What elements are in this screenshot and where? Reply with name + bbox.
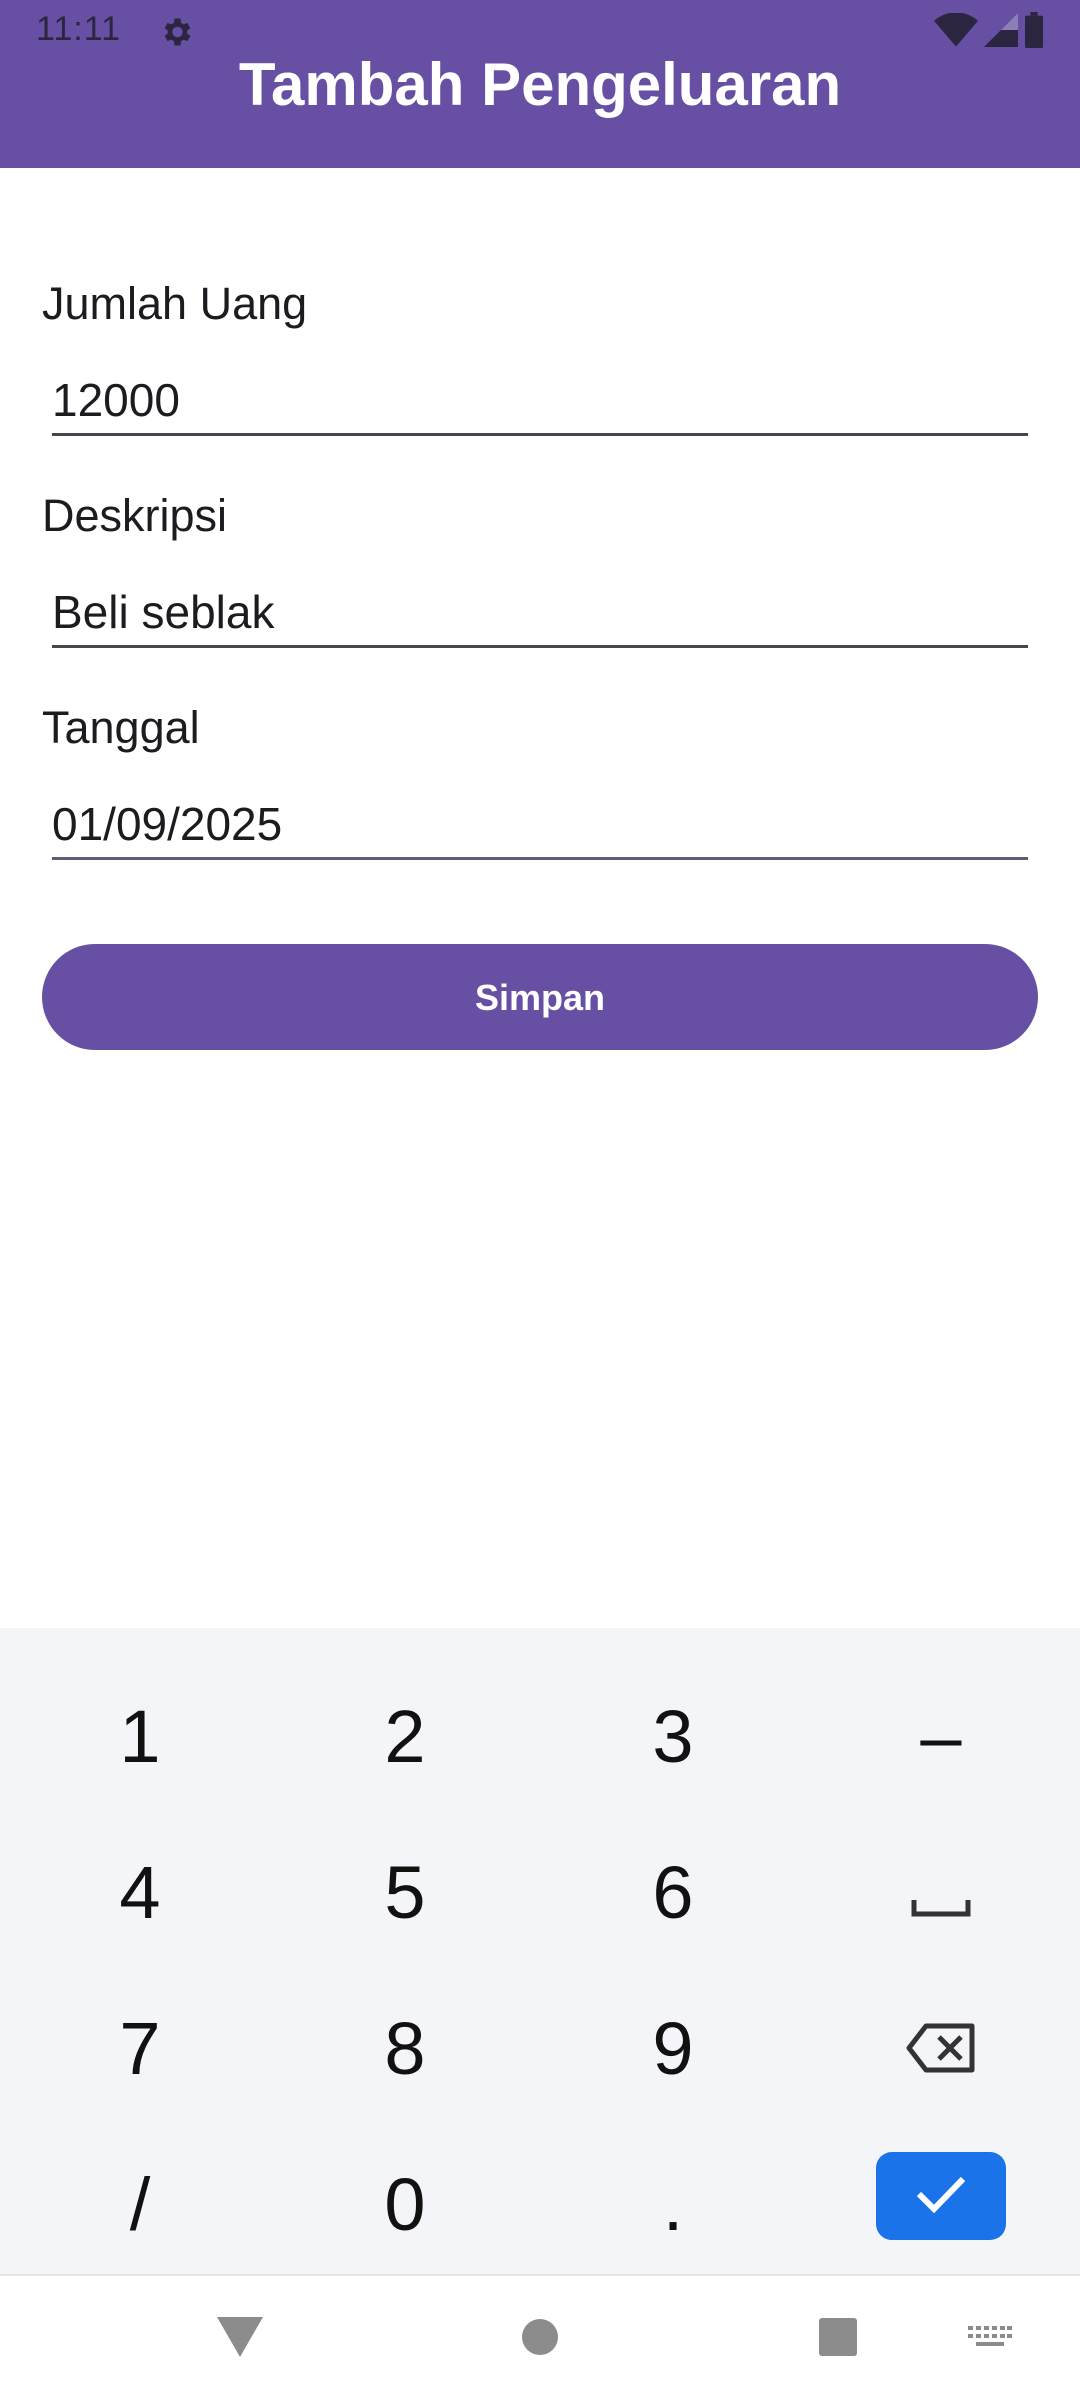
key-0[interactable]: 0 [270,2126,540,2282]
status-icons [934,11,1044,53]
recents-icon [818,2317,858,2362]
back-button[interactable] [200,2276,280,2402]
key-5[interactable]: 5 [270,1814,540,1970]
keyboard-switch-button[interactable] [950,2276,1030,2402]
key-dot[interactable]: . [538,2126,808,2282]
description-label: Deskripsi [42,490,228,541]
home-icon [520,2317,560,2362]
key-1[interactable]: 1 [5,1658,275,1814]
done-button[interactable] [876,2152,1006,2240]
app-bar: 11:11 Tambah Pengeluaran [0,0,1080,168]
amount-label: Jumlah Uang [42,278,308,329]
keyboard-switch-icon [968,2325,1012,2353]
key-slash[interactable]: / [5,2126,275,2282]
space-icon [911,1850,971,1935]
date-field[interactable] [52,790,1028,860]
key-2[interactable]: 2 [270,1658,540,1814]
back-icon [217,2316,263,2362]
description-field[interactable] [52,578,1028,648]
gear-icon [158,14,194,50]
backspace-icon [906,2006,976,2091]
date-label: Tanggal [42,702,200,753]
home-button[interactable] [500,2276,580,2402]
key-dash[interactable]: – [806,1658,1076,1814]
key-4[interactable]: 4 [5,1814,275,1970]
recents-button[interactable] [798,2276,878,2402]
key-9[interactable]: 9 [538,1970,808,2126]
key-7[interactable]: 7 [5,1970,275,2126]
amount-field[interactable] [52,366,1028,436]
save-button[interactable]: Simpan [42,944,1038,1050]
key-space[interactable] [806,1814,1076,1970]
key-3[interactable]: 3 [538,1658,808,1814]
key-6[interactable]: 6 [538,1814,808,1970]
battery-icon [1024,11,1044,53]
navigation-bar [0,2274,1080,2400]
checkmark-icon [915,2174,967,2219]
key-8[interactable]: 8 [270,1970,540,2126]
status-time: 11:11 [36,10,122,48]
numeric-keyboard: 1 2 3 – 4 5 6 7 8 9 / 0 . [0,1628,1080,2274]
wifi-icon [934,11,978,52]
key-backspace[interactable] [806,1970,1076,2126]
signal-icon [984,12,1018,52]
page-title: Tambah Pengeluaran [238,51,842,118]
